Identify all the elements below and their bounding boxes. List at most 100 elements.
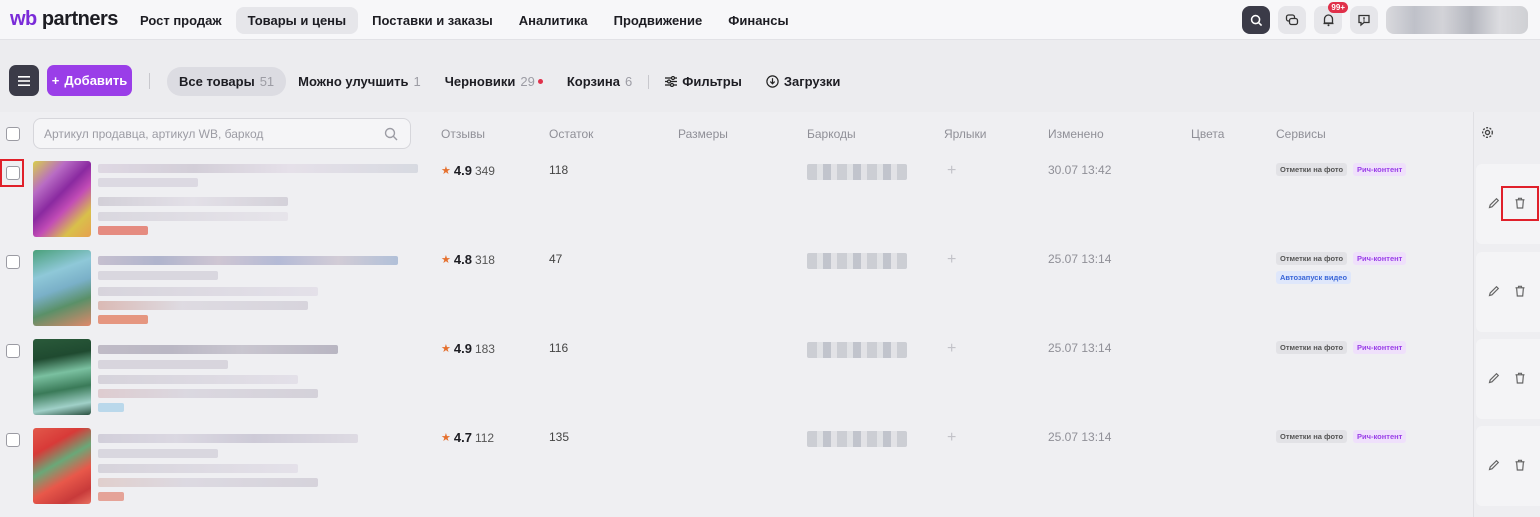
trash-icon[interactable] [1514,372,1526,384]
barcode-blurred [807,253,907,269]
service-tag: Рич-контент [1353,163,1407,176]
table-row[interactable]: ★ 4.7 112 135 + 25.07 13:14 Отметки на фот… [0,425,1473,513]
column-colors[interactable]: Цвета [1191,127,1224,141]
service-tag: Автозапуск видео [1276,271,1352,284]
product-thumbnail[interactable] [33,250,91,326]
row-checkbox[interactable] [6,255,20,269]
stock-value: 118 [549,163,569,177]
add-label-button[interactable]: + [947,429,956,447]
wb-partners-logo[interactable]: wb partners [10,8,118,31]
edit-icon[interactable] [1488,285,1500,297]
product-info-blurred [98,253,418,325]
column-reviews[interactable]: Отзывы [441,127,485,141]
nav-item-analytics[interactable]: Аналитика [507,7,600,34]
gear-icon[interactable] [1481,126,1494,139]
column-barcodes[interactable]: Баркоды [807,127,856,141]
add-label-button[interactable]: + [947,162,956,180]
column-services[interactable]: Сервисы [1276,127,1326,141]
notifications-badge: 99+ [1328,2,1348,13]
edit-icon[interactable] [1488,197,1500,209]
row-checkbox[interactable] [6,433,20,447]
bell-icon [1323,14,1333,27]
service-tag: Рич-контент [1353,252,1407,265]
row-actions [1476,339,1540,419]
nav-item-products-prices[interactable]: Товары и цены [235,7,359,34]
trash-icon[interactable] [1514,285,1526,297]
product-info-blurred [98,431,418,503]
barcode-blurred [807,431,907,447]
tab-all-products[interactable]: Все товары 51 [167,67,287,96]
stock-value: 116 [549,341,569,355]
support-icon [1358,14,1370,27]
nav-item-supplies-orders[interactable]: Поставки и заказы [360,7,505,34]
product-rating: ★ 4.9 183 [441,341,495,356]
search-icon [1250,14,1262,26]
edit-icon[interactable] [1488,372,1500,384]
column-changed[interactable]: Изменено [1048,127,1104,141]
column-sizes[interactable]: Размеры [678,127,728,141]
add-button[interactable]: + Добавить [47,65,132,96]
column-labels[interactable]: Ярлыки [944,127,987,141]
nav-item-finance[interactable]: Финансы [716,7,800,34]
table-row[interactable]: ★ 4.8 318 47 + 25.07 13:14 Отметки на фото… [0,247,1473,335]
products-table: Артикул продавца, артикул WB, баркод Отз… [0,112,1540,517]
product-tabs: Все товары 51 Можно улучшить 1 Черновики 29… [167,67,852,96]
tab-trash[interactable]: Корзина 6 [555,67,644,96]
chat-button[interactable] [1278,6,1306,34]
search-placeholder: Артикул продавца, артикул WB, баркод [44,126,264,141]
service-tag: Рич-контент [1353,341,1407,354]
product-thumbnail[interactable] [33,428,91,504]
trash-icon[interactable] [1514,459,1526,471]
product-rating: ★ 4.7 112 [441,430,495,445]
row-checkbox[interactable] [6,344,20,358]
table-row[interactable]: ★ 4.9 183 116 + 25.07 13:14 Отметки на фот… [0,336,1473,424]
product-thumbnail[interactable] [33,339,91,415]
star-icon: ★ [441,165,451,177]
tabs-divider [648,74,650,89]
products-toolbar: + Добавить Все товары 51 Можно улучшить 1 … [0,40,1540,112]
table-row[interactable]: ★ 4.9 349 118 + 30.07 13:42 Отметки на фот… [0,158,1473,246]
service-tag: Отметки на фото [1276,252,1348,265]
nav-item-promotion[interactable]: Продвижение [602,7,715,34]
product-thumbnail[interactable] [33,161,91,237]
highlight-row-checkbox [0,159,24,187]
add-label-button[interactable]: + [947,340,956,358]
search-input[interactable]: Артикул продавца, артикул WB, баркод [33,118,411,149]
download-icon [766,75,779,88]
drafts-dot [537,79,543,84]
stock-value: 47 [549,252,563,266]
tab-drafts[interactable]: Черновики 29 [433,67,555,96]
support-button[interactable] [1350,6,1378,34]
filters-icon [665,76,678,87]
chat-icon [1285,14,1299,26]
menu-button[interactable] [9,65,39,96]
column-stock[interactable]: Остаток [549,127,593,141]
services-tags: Отметки на фото Рич-контент [1276,341,1456,354]
select-all-checkbox[interactable] [6,127,20,141]
barcode-blurred [807,164,907,180]
search-button[interactable] [1242,6,1270,34]
search-icon [384,127,398,141]
add-label-button[interactable]: + [947,251,956,269]
product-info-blurred [98,342,418,414]
top-navigation: wb partners Рост продаж Товары и цены По… [0,0,1540,40]
nav-item-sales-growth[interactable]: Рост продаж [128,7,234,34]
profile-menu[interactable] [1386,6,1528,34]
edit-icon[interactable] [1488,459,1500,471]
tab-can-improve[interactable]: Можно улучшить 1 [286,67,433,96]
barcode-blurred [807,342,907,358]
product-info-blurred [98,164,418,236]
plus-icon: + [51,73,60,88]
service-tag: Отметки на фото [1276,341,1348,354]
uploads-button[interactable]: Загрузки [754,67,853,96]
table-header: Артикул продавца, артикул WB, баркод Отз… [0,112,1540,156]
product-rating: ★ 4.9 349 [441,163,495,178]
stock-value: 135 [549,430,570,444]
star-icon: ★ [441,254,451,266]
notifications-button[interactable]: 99+ [1314,2,1348,34]
toolbar-divider [149,73,150,89]
filters-button[interactable]: Фильтры [653,67,754,96]
main-nav: Рост продаж Товары и цены Поставки и зак… [128,7,801,34]
row-actions [1476,252,1540,332]
top-right-controls: 99+ [1242,2,1528,34]
